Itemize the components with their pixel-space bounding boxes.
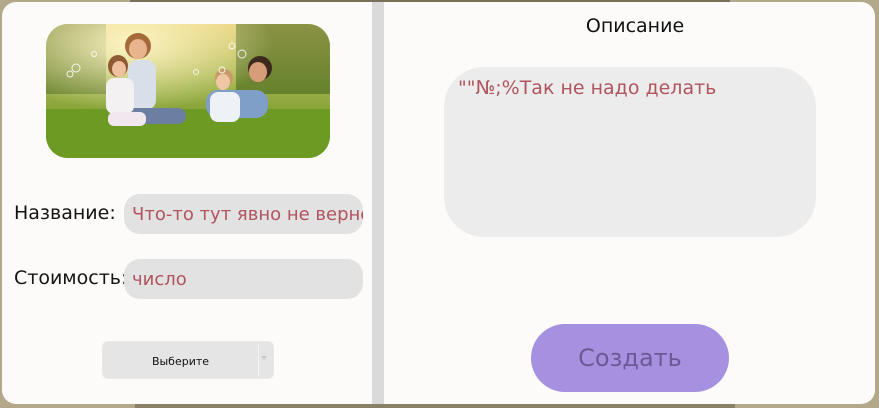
- name-input[interactable]: Что-то тут явно не верно: [124, 194, 363, 234]
- description-textarea[interactable]: ""№;%Так не надо делать: [444, 67, 816, 237]
- category-dropdown-value: Выберите: [151, 354, 210, 368]
- name-label: Название:: [14, 202, 116, 224]
- product-image[interactable]: [46, 24, 330, 158]
- category-dropdown[interactable]: Выберите: [102, 341, 274, 379]
- dropdown-separator: [258, 345, 259, 377]
- description-title: Описание: [585, 15, 685, 37]
- cost-label: Стоимость:: [14, 267, 128, 289]
- panel-splitter[interactable]: [372, 2, 384, 404]
- family-photo: [46, 24, 330, 158]
- create-button[interactable]: Создать: [531, 324, 729, 392]
- chevron-down-icon[interactable]: [261, 356, 267, 360]
- cost-input[interactable]: число: [124, 259, 363, 299]
